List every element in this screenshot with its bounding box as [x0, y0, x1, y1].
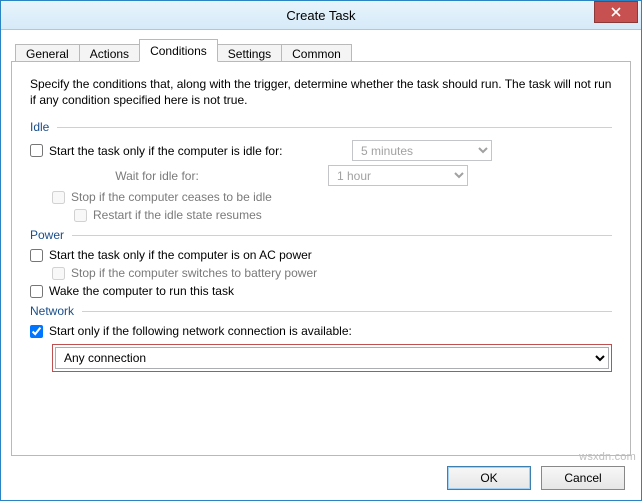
network-connection-select[interactable]: Any connection — [55, 347, 609, 369]
close-icon — [611, 7, 621, 17]
idle-stop-checkbox[interactable] — [52, 191, 65, 204]
power-battery-row: Stop if the computer switches to battery… — [52, 266, 612, 280]
idle-wait-label: Wait for idle for: — [52, 169, 262, 183]
power-wake-checkbox[interactable] — [30, 285, 43, 298]
titlebar: Create Task — [1, 1, 641, 30]
power-battery-label: Stop if the computer switches to battery… — [71, 266, 317, 280]
power-ac-checkbox[interactable] — [30, 249, 43, 262]
create-task-window: Create Task General Actions Conditions S… — [0, 0, 642, 501]
power-wake-label: Wake the computer to run this task — [49, 284, 234, 298]
network-start-row: Start only if the following network conn… — [30, 324, 612, 338]
ok-button[interactable]: OK — [447, 466, 531, 490]
idle-stop-row: Stop if the computer ceases to be idle — [52, 190, 612, 204]
conditions-panel: Specify the conditions that, along with … — [11, 61, 631, 456]
idle-start-checkbox[interactable] — [30, 144, 43, 157]
intro-text: Specify the conditions that, along with … — [30, 76, 612, 108]
idle-start-label: Start the task only if the computer is i… — [49, 144, 282, 158]
cancel-button[interactable]: Cancel — [541, 466, 625, 490]
network-start-label: Start only if the following network conn… — [49, 324, 352, 338]
close-button[interactable] — [594, 1, 638, 23]
idle-stop-label: Stop if the computer ceases to be idle — [71, 190, 272, 204]
idle-restart-row: Restart if the idle state resumes — [74, 208, 612, 222]
client-area: General Actions Conditions Settings Comm… — [1, 30, 641, 500]
divider — [82, 311, 612, 312]
section-network: Network — [30, 304, 612, 318]
section-idle: Idle — [30, 120, 612, 134]
section-idle-label: Idle — [30, 120, 49, 134]
idle-restart-checkbox[interactable] — [74, 209, 87, 222]
power-battery-checkbox[interactable] — [52, 267, 65, 280]
idle-wait-row: Wait for idle for: 1 hour — [52, 165, 612, 186]
power-ac-row: Start the task only if the computer is o… — [30, 248, 612, 262]
idle-duration-select[interactable]: 5 minutes — [352, 140, 492, 161]
network-combo-highlight: Any connection — [52, 344, 612, 372]
power-ac-label: Start the task only if the computer is o… — [49, 248, 312, 262]
tab-strip: General Actions Conditions Settings Comm… — [15, 38, 631, 61]
divider — [72, 235, 612, 236]
idle-start-row: Start the task only if the computer is i… — [30, 140, 612, 161]
tab-conditions[interactable]: Conditions — [139, 39, 218, 62]
button-bar: OK Cancel — [11, 456, 631, 492]
divider — [57, 127, 612, 128]
section-power: Power — [30, 228, 612, 242]
network-start-checkbox[interactable] — [30, 325, 43, 338]
section-power-label: Power — [30, 228, 64, 242]
power-wake-row: Wake the computer to run this task — [30, 284, 612, 298]
idle-restart-label: Restart if the idle state resumes — [93, 208, 262, 222]
window-title: Create Task — [1, 8, 641, 23]
section-network-label: Network — [30, 304, 74, 318]
idle-wait-select[interactable]: 1 hour — [328, 165, 468, 186]
